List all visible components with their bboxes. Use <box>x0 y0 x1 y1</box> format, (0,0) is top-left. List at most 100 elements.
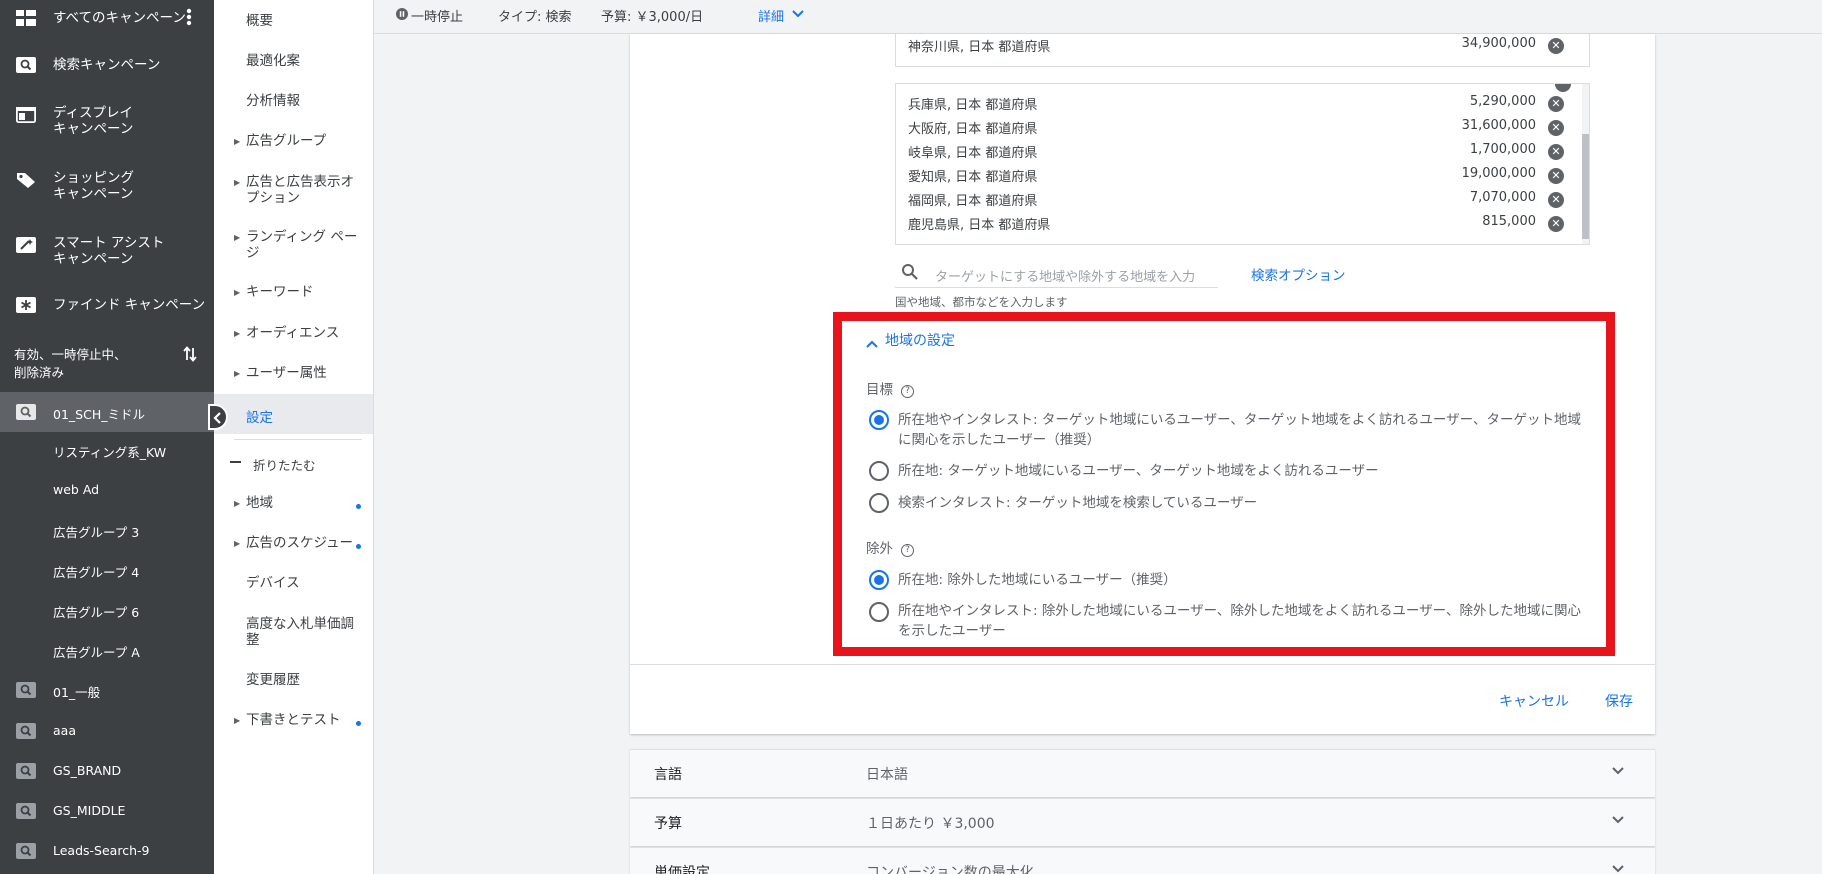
search-campaign-icon <box>15 722 37 740</box>
target-option-presence-text: 所在地: ターゲット地域にいるユーザー、ターゲット地域をよく訪れるユーザー <box>898 463 1379 479</box>
budget-section[interactable]: 予算 １日あたり ￥3,000 <box>630 798 1655 846</box>
campaign-label: Leads-Search-9 <box>53 843 150 858</box>
status-text[interactable]: 一時停止 <box>411 6 463 25</box>
display-campaigns-label: ディスプレイ キャンペーン <box>53 105 134 137</box>
ad-group-item[interactable]: 広告グループ A <box>53 642 140 661</box>
language-section[interactable]: 言語 日本語 <box>630 749 1655 797</box>
menu-label: 高度な入札単価調 整 <box>246 616 354 648</box>
help-icon[interactable]: ? <box>901 544 914 557</box>
search-icon <box>901 263 919 285</box>
chevron-left-icon <box>213 410 223 429</box>
campaign-label: aaa <box>53 723 76 738</box>
location-reach: 19,000,000 <box>1461 166 1536 181</box>
divider <box>234 439 362 440</box>
expand-arrow-icon: ▶ <box>234 539 241 548</box>
menu-item-settings[interactable]: 設定 <box>214 394 373 434</box>
campaign-label: 01_一般 <box>53 685 101 700</box>
expand-arrow-icon: ▶ <box>234 499 241 508</box>
exclude-option-presence-interest-radio[interactable] <box>869 602 889 622</box>
sort-icon[interactable] <box>182 345 198 367</box>
remove-icon[interactable]: ✕ <box>1548 192 1564 208</box>
location-name: 神奈川県, 日本 都道府県 <box>908 40 1051 55</box>
menu-label: オーディエンス <box>246 325 340 341</box>
remove-icon[interactable]: ✕ <box>1548 38 1564 54</box>
location-settings-toggle[interactable]: 地域の設定 <box>885 330 955 350</box>
scrollbar-thumb[interactable] <box>1582 134 1589 239</box>
target-option-presence-radio[interactable] <box>869 461 889 481</box>
save-button[interactable]: 保存 <box>1605 691 1633 711</box>
target-option-presence-interest-radio[interactable] <box>869 410 889 430</box>
status-filter-label[interactable]: 有効、一時停止中、 削除済み <box>14 346 127 382</box>
discovery-campaigns-label: ファインド キャンペーン <box>53 297 206 313</box>
display-campaigns-item[interactable]: ディスプレイ キャンペーン <box>0 103 214 141</box>
shopping-campaigns-item[interactable]: ショッピング キャンペーン <box>0 168 214 206</box>
discovery-campaigns-item[interactable]: ファインド キャンペーン <box>0 295 214 315</box>
campaign-item-selected[interactable]: 01_SCH_ミドル <box>0 392 214 432</box>
campaign-budget: 予算: ￥3,000/日 <box>601 10 704 25</box>
section-title: 言語 <box>654 767 682 783</box>
location-row: 神奈川県, 日本 都道府県 34,900,000 ✕ <box>908 36 1588 55</box>
campaign-item[interactable]: 01_一般 <box>0 680 214 700</box>
campaign-item[interactable]: GS_MIDDLE <box>0 801 214 821</box>
target-option-search-interest-text: 検索インタレスト: ターゲット地域を検索しているユーザー <box>898 495 1258 511</box>
chevron-down-icon <box>1611 862 1625 874</box>
menu-label: 最適化案 <box>246 53 300 69</box>
remove-icon[interactable]: ✕ <box>1548 120 1564 136</box>
campaign-item[interactable]: Leads-Search-9 <box>0 841 214 861</box>
campaign-label: 01_SCH_ミドル <box>53 407 145 422</box>
search-options-link[interactable]: 検索オプション <box>1251 264 1346 284</box>
target-label: 目標? <box>866 378 914 398</box>
campaign-label: GS_MIDDLE <box>53 803 126 818</box>
target-option-search-interest-radio[interactable] <box>869 493 889 513</box>
scrollbar[interactable] <box>1582 84 1589 244</box>
chevron-down-icon <box>1611 813 1625 829</box>
bidding-section[interactable]: 単価設定 コンバージョン数の最大化 <box>630 847 1655 874</box>
campaign-label: GS_BRAND <box>53 763 122 778</box>
remove-icon[interactable]: ✕ <box>1548 144 1564 160</box>
location-reach: 5,290,000 <box>1469 94 1536 109</box>
page-menu: 概要 最適化案 分析情報 ▶ 広告グループ ▶ 広告と広告表示オ プション ▶ ランデ… <box>214 0 374 874</box>
search-campaign-icon <box>15 681 37 699</box>
location-search-input[interactable]: ターゲットにする地域や除外する地域を入力 <box>895 258 1218 288</box>
expand-arrow-icon: ▶ <box>234 329 241 338</box>
status-dot <box>356 504 361 509</box>
expand-arrow-icon: ▶ <box>234 716 241 725</box>
expand-arrow-icon: ▶ <box>234 369 241 378</box>
help-icon[interactable]: ? <box>901 385 914 398</box>
menu-label: 概要 <box>246 13 273 29</box>
location-name: 福岡県, 日本 都道府県 <box>908 194 1038 209</box>
exclude-label: 除外? <box>866 537 914 557</box>
ad-group-item[interactable]: 広告グループ 4 <box>53 562 139 581</box>
divider <box>630 664 1655 665</box>
all-campaigns-item[interactable]: すべてのキャンペーン <box>0 8 214 28</box>
cancel-button[interactable]: キャンセル <box>1499 691 1569 711</box>
section-value: 日本語 <box>866 767 908 783</box>
campaign-item[interactable]: aaa <box>0 721 214 741</box>
menu-label: 設定 <box>246 410 273 426</box>
location-name: 大阪府, 日本 都道府県 <box>908 122 1038 137</box>
magic-wand-icon <box>15 236 37 254</box>
chevron-up-icon[interactable] <box>866 334 878 353</box>
remove-icon[interactable]: ✕ <box>1548 216 1564 232</box>
target-label-text: 目標 <box>866 382 893 398</box>
campaign-item[interactable]: GS_BRAND <box>0 761 214 781</box>
menu-label: ランディング ペー ジ <box>246 229 358 261</box>
ad-group-item[interactable]: 広告グループ 3 <box>53 522 139 541</box>
remove-icon[interactable]: ✕ <box>1548 168 1564 184</box>
remove-icon[interactable] <box>1555 84 1571 92</box>
chevron-down-icon[interactable] <box>792 8 804 23</box>
details-link[interactable]: 詳細 <box>758 6 784 25</box>
section-title: 予算 <box>654 816 682 832</box>
expand-arrow-icon: ▶ <box>234 233 241 242</box>
menu-label: 広告と広告表示オ プション <box>246 174 354 206</box>
ad-group-item[interactable]: リスティング系_KW <box>53 442 166 461</box>
exclude-option-presence-radio[interactable] <box>869 570 889 590</box>
ad-group-item[interactable]: 広告グループ 6 <box>53 602 139 621</box>
expand-arrow-icon: ▶ <box>234 178 241 187</box>
remove-icon[interactable]: ✕ <box>1548 96 1564 112</box>
search-hint: 国や地域、都市などを入力します <box>895 295 1068 309</box>
ad-group-item[interactable]: web Ad <box>53 482 99 497</box>
more-vert-icon[interactable] <box>186 8 192 28</box>
search-campaigns-item[interactable]: 検索キャンペーン <box>0 55 214 75</box>
smart-campaigns-item[interactable]: スマート アシスト キャンペーン <box>0 233 214 271</box>
